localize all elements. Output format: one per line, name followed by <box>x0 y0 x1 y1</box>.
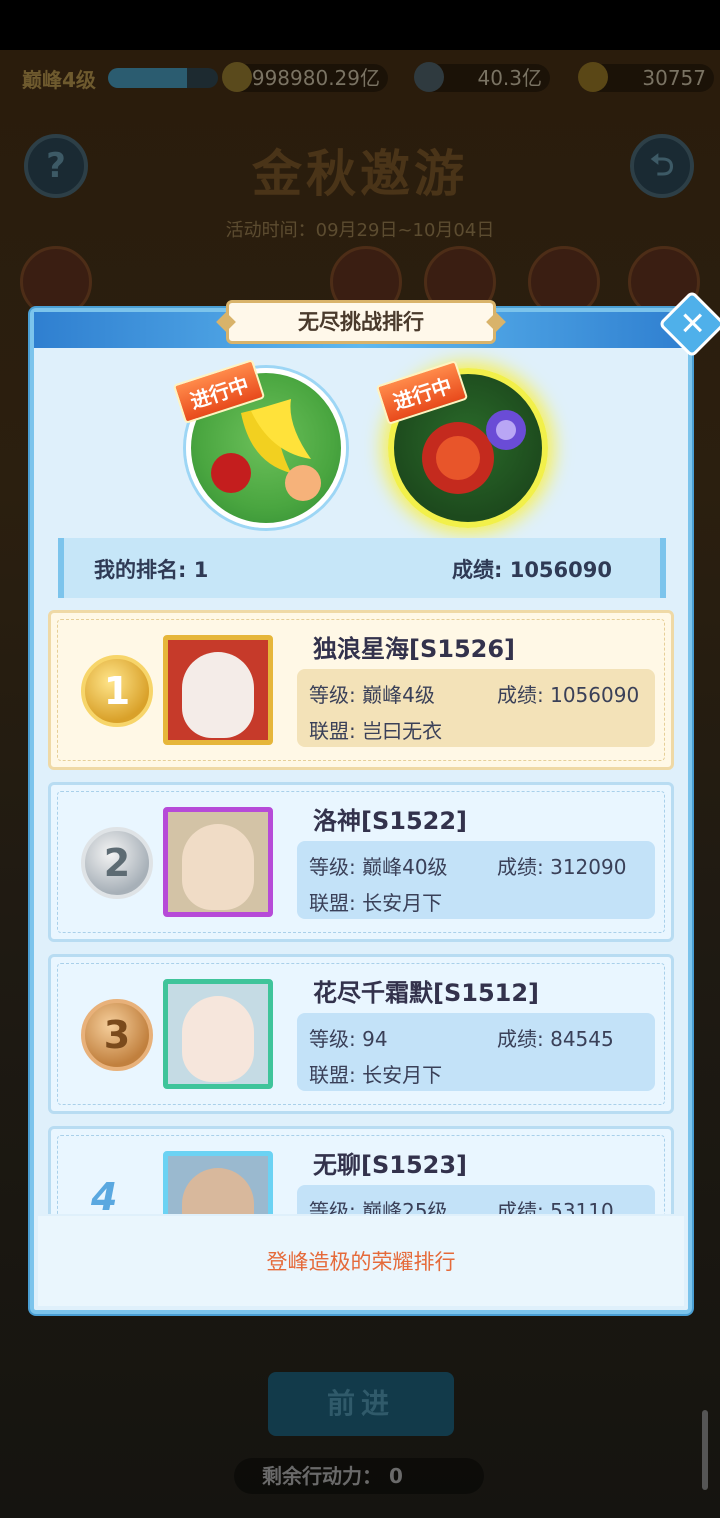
ranking-row[interactable]: 2 洛神[S1522] 等级: 巅峰40级 成绩: 312090 联盟: 长安月… <box>48 782 674 942</box>
rank-medal-silver: 2 <box>81 827 153 899</box>
avatar-portrait <box>182 996 254 1082</box>
top-resource-bar: 巅峰4级 998980.29亿 40.3亿 30757 <box>0 50 720 106</box>
rank-medal-gold: 1 <box>81 655 153 727</box>
energy-value: 0 <box>388 1464 403 1488</box>
copper-counter[interactable]: 40.3亿 <box>414 62 550 92</box>
event-time: 活动时间：09月29日~10月04日 <box>225 220 495 241</box>
energy-label: 剩余行动力： <box>262 1464 382 1488</box>
copper-value: 40.3亿 <box>477 66 542 90</box>
ranking-modal: 无尽挑战排行 ✕ 进行中 进行中 我的排名: 1 成绩: 1056090 1 独… <box>30 290 720 1314</box>
coin-counter[interactable]: 998980.29亿 <box>222 62 388 92</box>
footer-text: 登峰造极的荣耀排行 <box>266 1250 456 1274</box>
player-level: 等级: 巅峰40级 <box>309 855 448 879</box>
rank-number: 4 <box>91 1175 118 1214</box>
player-name: 花尽千霜默[S1512] <box>313 979 540 1007</box>
scroll-indicator <box>702 1410 708 1490</box>
rank-medal-bronze: 3 <box>81 999 153 1071</box>
dragon-mode-tab[interactable]: 进行中 <box>375 360 548 528</box>
gold-ingot-icon <box>578 62 608 92</box>
ranking-row[interactable]: 4 无聊[S1523] 等级: 巅峰25级 成绩: 53110 <box>48 1126 674 1214</box>
player-score: 成绩: 53110 <box>497 1199 614 1214</box>
ranking-list[interactable]: 1 独浪星海[S1526] 等级: 巅峰4级 成绩: 1056090 联盟: 岂… <box>48 610 674 1214</box>
energy-display: 剩余行动力： 0 <box>234 1458 484 1494</box>
player-alliance: 联盟: 岂曰无衣 <box>309 719 443 743</box>
modal-title: 无尽挑战排行 <box>226 300 496 344</box>
event-title: 金秋邀游 <box>252 145 468 203</box>
player-score: 成绩: 312090 <box>497 855 627 879</box>
coin-icon <box>222 62 252 92</box>
player-name: 独浪星海[S1526] <box>313 635 516 663</box>
player-alliance: 联盟: 长安月下 <box>309 891 443 915</box>
player-info-box: 等级: 94 成绩: 84545 联盟: 长安月下 <box>297 1013 655 1091</box>
player-name: 无聊[S1523] <box>313 1151 468 1179</box>
ingot-value: 30757 <box>642 66 706 90</box>
avatar[interactable] <box>163 635 273 745</box>
avatar-portrait <box>182 652 254 738</box>
player-info-box: 等级: 巅峰40级 成绩: 312090 联盟: 长安月下 <box>297 841 655 919</box>
level-progress-bar <box>108 68 218 88</box>
avatar[interactable] <box>163 807 273 917</box>
avatar[interactable] <box>163 1151 273 1214</box>
avatar[interactable] <box>163 979 273 1089</box>
my-rank-bar: 我的排名: 1 成绩: 1056090 <box>58 538 666 598</box>
player-level: 巅峰4级 <box>22 68 96 92</box>
modal-footer: 登峰造极的荣耀排行 <box>38 1216 684 1306</box>
player-name: 洛神[S1522] <box>313 807 468 835</box>
player-info-box: 等级: 巅峰25级 成绩: 53110 <box>297 1185 655 1214</box>
ranking-row[interactable]: 3 花尽千霜默[S1512] 等级: 94 成绩: 84545 联盟: 长安月下 <box>48 954 674 1114</box>
my-rank-label: 我的排名: 1 <box>94 558 209 582</box>
ranking-row[interactable]: 1 独浪星海[S1526] 等级: 巅峰4级 成绩: 1056090 联盟: 岂… <box>48 610 674 770</box>
close-icon: ✕ <box>679 304 707 343</box>
player-alliance: 联盟: 长安月下 <box>309 1063 443 1087</box>
player-level: 等级: 巅峰4级 <box>309 683 435 707</box>
avatar-portrait <box>182 1168 254 1214</box>
ingot-counter[interactable]: 30757 <box>578 62 714 92</box>
player-level: 等级: 94 <box>309 1027 388 1051</box>
avatar-portrait <box>182 824 254 910</box>
copper-coin-icon <box>414 62 444 92</box>
advance-button[interactable]: 前进 <box>268 1372 454 1436</box>
my-score-label: 成绩: 1056090 <box>452 558 612 582</box>
player-info-box: 等级: 巅峰4级 成绩: 1056090 联盟: 岂曰无衣 <box>297 669 655 747</box>
coin-value: 998980.29亿 <box>251 66 380 90</box>
player-score: 成绩: 84545 <box>497 1027 614 1051</box>
player-score: 成绩: 1056090 <box>497 683 640 707</box>
player-level: 等级: 巅峰25级 <box>309 1199 448 1214</box>
level-progress-fill <box>108 68 188 88</box>
fruit-mode-tab[interactable]: 进行中 <box>172 359 346 528</box>
